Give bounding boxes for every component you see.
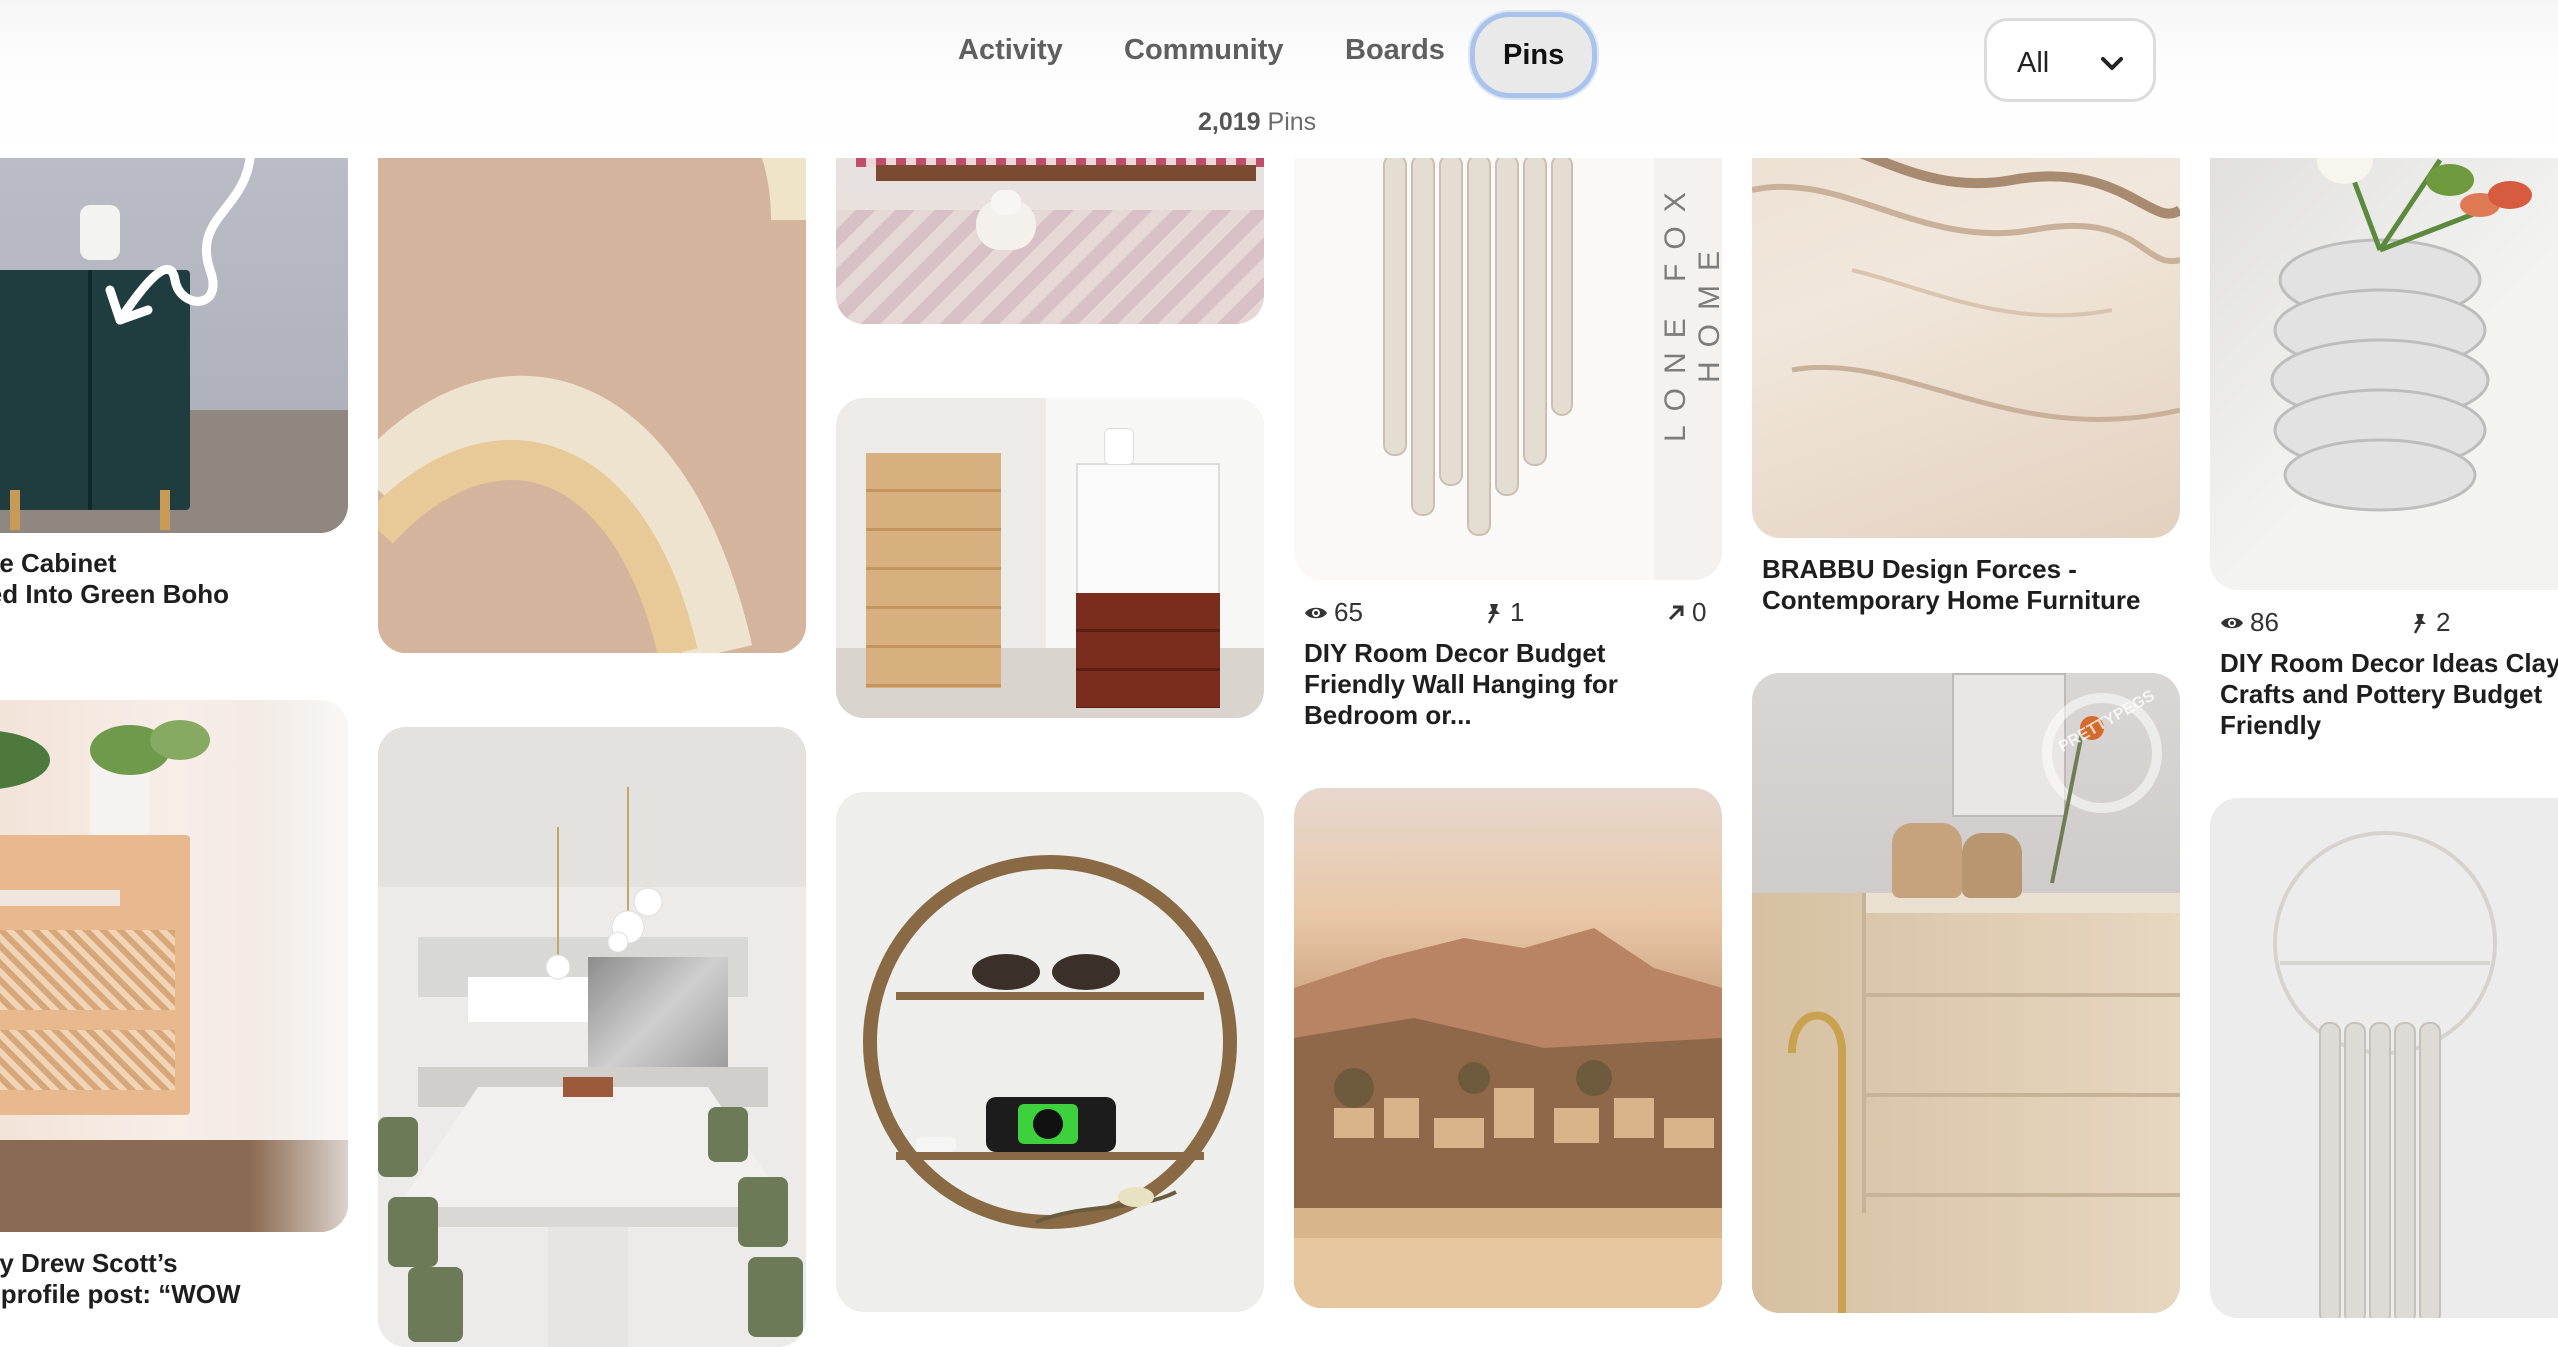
- pin-title[interactable]: BRABBU Design Forces - Contemporary Home…: [1762, 554, 2172, 616]
- eye-icon: [1305, 607, 1327, 618]
- pin-count-label: Pins: [1267, 108, 1317, 136]
- pin-filter-dropdown[interactable]: All: [1984, 18, 2156, 102]
- pin-image-lake-town[interactable]: [1294, 788, 1722, 1308]
- saves-stat: 2: [2410, 607, 2450, 638]
- pin-image-wall-hanging-2[interactable]: [2210, 798, 2558, 1318]
- pin-title-line: Fox by Drew Scott’s: [0, 1248, 178, 1278]
- pin-stats: 86 2: [2220, 607, 2558, 637]
- saves-count: 1: [1510, 597, 1525, 627]
- share-arrow-icon: [1668, 605, 1684, 620]
- filter-selected-value: All: [2017, 47, 2050, 79]
- chevron-down-icon: [2101, 57, 2123, 70]
- pin-title-line: Bedroom or...: [1304, 700, 1472, 730]
- views-count: 65: [1334, 597, 1363, 627]
- pin-image-dressers[interactable]: [836, 398, 1264, 718]
- pin-title-line: Friendly: [2220, 710, 2322, 740]
- pin-title-line: formed Into Green Boho: [0, 579, 229, 609]
- pin-title-line: Friendly Wall Hanging for: [1304, 669, 1618, 699]
- pin-count-value: 2,019: [1198, 108, 1261, 136]
- pin-icon: [1487, 603, 1500, 624]
- pin-watermark: LONE FOX HOME: [1659, 178, 1722, 442]
- tab-boards[interactable]: Boards: [1345, 20, 1445, 80]
- saves-count: 2: [2436, 607, 2451, 637]
- pin-title-line: ...: [0, 610, 340, 641]
- tab-activity[interactable]: Activity: [958, 20, 1063, 80]
- pin-title-line: BRABBU Design Forces -: [1762, 554, 2077, 584]
- pin-title-line: gram profile post: “WOW: [0, 1279, 241, 1309]
- tab-community[interactable]: Community: [1124, 20, 1284, 80]
- pin-title[interactable]: DIY Room Decor Ideas Clay Crafts and Pot…: [2220, 648, 2558, 741]
- saves-stat: 1: [1484, 597, 1524, 628]
- pin-image-kitchen[interactable]: [378, 727, 806, 1347]
- pin-title[interactable]: DIY Room Decor Budget Friendly Wall Hang…: [1304, 638, 1714, 731]
- views-count: 86: [2250, 607, 2279, 637]
- pin-stats: 65 1 0: [1304, 597, 1714, 627]
- shares-count: 0: [1692, 597, 1707, 627]
- pin-icon: [2413, 613, 2426, 634]
- pin-count: 2,019 Pins: [1198, 108, 1316, 137]
- tab-bar: Activity Community Boards Pins: [0, 12, 2558, 98]
- pin-title-line: DIY Room Decor Budget: [1304, 638, 1606, 668]
- views-stat: 86: [2220, 607, 2279, 638]
- pin-title-line: Crafts and Pottery Budget: [2220, 679, 2543, 709]
- pin-image-nightstand[interactable]: [0, 700, 348, 1232]
- shares-stat: 0: [1666, 597, 1706, 628]
- pin-title-line: DIY Room Decor Ideas Clay: [2220, 648, 2558, 678]
- profile-header: Activity Community Boards Pins 2,019 Pin…: [0, 0, 2558, 158]
- pin-image-dresser-pale[interactable]: PRETTYPEGS: [1752, 673, 2180, 1313]
- tab-pins[interactable]: Pins: [1470, 12, 1598, 98]
- pin-image-round-shelf[interactable]: [836, 792, 1264, 1312]
- pin-title-line: minate Cabinet: [0, 548, 117, 578]
- views-stat: 65: [1304, 597, 1363, 628]
- pin-title-line: Contemporary Home Furniture: [1762, 585, 2141, 615]
- pin-title[interactable]: minate Cabinet formed Into Green Boho ..…: [0, 548, 340, 641]
- eye-icon: [2221, 617, 2243, 628]
